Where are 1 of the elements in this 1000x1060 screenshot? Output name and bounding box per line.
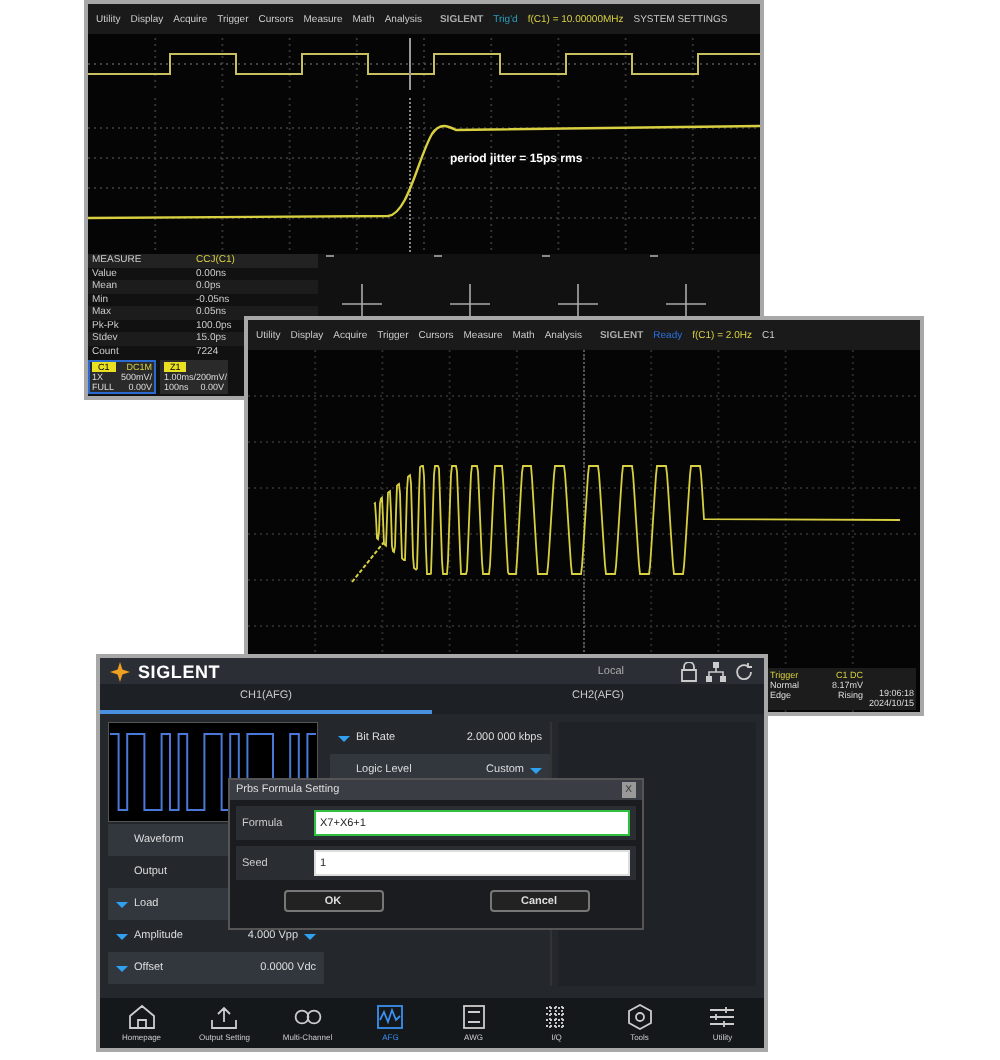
brand-logo: SIGLENT (138, 661, 221, 681)
